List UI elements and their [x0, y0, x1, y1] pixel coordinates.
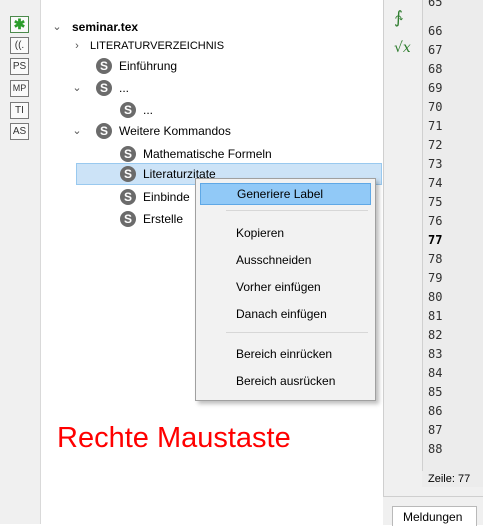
tree-item-label: ...: [119, 81, 130, 95]
symbol-panel: [384, 0, 422, 486]
section-icon: S: [120, 189, 136, 205]
current-line-number: 77: [428, 233, 443, 247]
line-number: 88: [428, 442, 443, 456]
line-number: 72: [428, 138, 443, 152]
ps-icon[interactable]: PS: [10, 58, 29, 75]
brackets-icon[interactable]: ((.: [10, 37, 29, 54]
section-icon: S: [120, 146, 136, 162]
structure-toolbar: ✱ ((. PS MP TI AS: [0, 0, 41, 524]
menu-item-bereich-ausruecken[interactable]: Bereich ausrücken: [200, 370, 371, 392]
context-menu: Generiere Label Kopieren Ausschneiden Vo…: [195, 178, 376, 401]
section-icon: S: [96, 58, 112, 74]
asterisk-icon[interactable]: ✱: [10, 16, 29, 33]
line-number: 87: [428, 423, 443, 437]
line-number: 74: [428, 176, 443, 190]
section-icon: S: [96, 80, 112, 96]
line-number: 67: [428, 43, 443, 57]
line-number: 78: [428, 252, 443, 266]
chevron-right-icon[interactable]: ›: [72, 36, 82, 56]
tree-item-label: Erstelle: [143, 212, 184, 226]
menu-item-bereich-einruecken[interactable]: Bereich einrücken: [200, 343, 371, 365]
line-number: 79: [428, 271, 443, 285]
tab-meldungen[interactable]: Meldungen: [392, 506, 477, 526]
menu-item-kopieren[interactable]: Kopieren: [200, 222, 371, 244]
menu-item-generiere-label[interactable]: Generiere Label: [200, 183, 371, 205]
tree-item-label: Weitere Kommandos: [119, 124, 231, 138]
tree-item-label: Einführung: [119, 59, 178, 73]
sqrt-symbol-icon[interactable]: √x: [394, 40, 411, 56]
section-icon: S: [120, 102, 136, 118]
chevron-down-icon[interactable]: ⌄: [52, 17, 62, 37]
line-number: 86: [428, 404, 443, 418]
as-icon[interactable]: AS: [10, 123, 29, 140]
line-number: 81: [428, 309, 443, 323]
line-number: 69: [428, 81, 443, 95]
tree-item-label: ...: [143, 103, 154, 117]
menu-separator: [226, 210, 368, 211]
chevron-down-icon[interactable]: ⌄: [72, 78, 82, 98]
section-icon: S: [120, 211, 136, 227]
tree-item-label: LITERATURVERZEICHNIS: [90, 40, 225, 52]
line-number: 70: [428, 100, 443, 114]
section-icon: S: [120, 166, 136, 182]
line-number: 84: [428, 366, 443, 380]
line-number: 85: [428, 385, 443, 399]
tree-item-label: Einbinde: [143, 190, 190, 204]
cursor-status: Zeile: 77: [422, 471, 483, 487]
menu-item-ausschneiden[interactable]: Ausschneiden: [200, 249, 371, 271]
integral-symbol-icon[interactable]: ∱: [394, 8, 403, 28]
menu-item-danach-einfuegen[interactable]: Danach einfügen: [200, 303, 371, 325]
section-icon: S: [96, 123, 112, 139]
line-number: 75: [428, 195, 443, 209]
mp-icon[interactable]: MP: [10, 80, 29, 97]
line-number: 68: [428, 62, 443, 76]
line-number: 66: [428, 24, 443, 38]
line-number: 82: [428, 328, 443, 342]
line-number: 71: [428, 119, 443, 133]
tree-item-label: Mathematische Formeln: [143, 147, 272, 161]
tree-root-label: seminar.tex: [72, 20, 139, 34]
ti-icon[interactable]: TI: [10, 102, 29, 119]
line-number: 83: [428, 347, 443, 361]
line-number: 76: [428, 214, 443, 228]
line-number: 65: [428, 0, 443, 9]
menu-item-vorher-einfuegen[interactable]: Vorher einfügen: [200, 276, 371, 298]
annotation-text: Rechte Maustaste: [57, 422, 291, 454]
menu-separator: [226, 332, 368, 333]
chevron-down-icon[interactable]: ⌄: [72, 121, 82, 141]
line-number: 80: [428, 290, 443, 304]
line-number: 73: [428, 157, 443, 171]
